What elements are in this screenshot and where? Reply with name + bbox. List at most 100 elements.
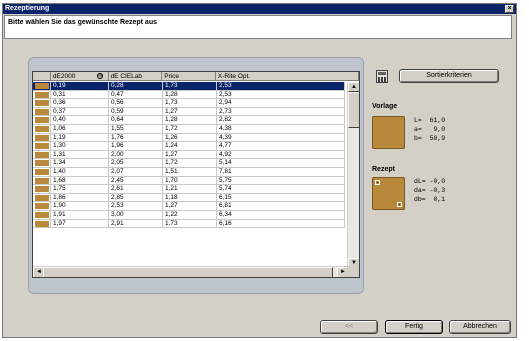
sort-order-icon: ⊖ (97, 73, 104, 80)
xrite-cell: 6,16 (217, 219, 345, 228)
cancel-button[interactable]: Abbrechen (449, 320, 511, 334)
color-swatch (35, 134, 49, 141)
decielab-cell: 0,59 (109, 107, 163, 116)
xrite-cell: 4,92 (217, 150, 345, 159)
column-header-decielab[interactable]: dE CIELab (109, 72, 163, 81)
decielab-cell: 1,96 (109, 142, 163, 151)
color-swatch (35, 211, 49, 218)
color-swatch (35, 194, 49, 201)
rezept-color-patch (372, 177, 405, 210)
de2000-cell: 1,91 (51, 210, 109, 219)
close-icon[interactable]: × (505, 5, 514, 13)
price-cell: 1,28 (163, 116, 217, 125)
decielab-cell: 0,47 (109, 90, 163, 99)
calculator-icon[interactable] (376, 70, 388, 83)
price-cell: 1,26 (163, 133, 217, 142)
table-body: 0,19 0,28 1,73 2,53 0,31 0,47 1,28 2,53 0,36 0,56… (33, 82, 345, 229)
color-swatch-cell (33, 133, 51, 142)
decielab-cell: 2,45 (109, 176, 163, 185)
horizontal-scrollbar[interactable]: ◄ ► (33, 266, 349, 277)
color-swatch-cell (33, 150, 51, 159)
recipe-table[interactable]: dE2000 ⊖ dE CIELab Price X-Rite Opt. 0,1… (32, 71, 360, 278)
sort-criteria-button[interactable]: Sortierkriterien (399, 69, 499, 83)
table-row[interactable]: 0,19 0,28 1,73 2,53 (33, 82, 345, 91)
rezept-label: Rezept (372, 166, 395, 173)
table-row[interactable]: 1,30 1,96 1,24 4,77 (33, 142, 345, 151)
scroll-thumb[interactable] (348, 92, 359, 128)
color-swatch (35, 91, 49, 98)
scroll-up-button[interactable]: ▲ (348, 82, 359, 92)
back-button[interactable]: << (320, 320, 378, 334)
price-cell: 1,73 (163, 219, 217, 228)
color-swatch-cell (33, 210, 51, 219)
window-title: Rezeptierung (5, 5, 50, 12)
color-swatch (35, 100, 49, 107)
color-swatch-cell (33, 185, 51, 194)
table-header: dE2000 ⊖ dE CIELab Price X-Rite Opt. (33, 72, 359, 81)
vertical-scrollbar[interactable]: ▲ ▼ (347, 82, 359, 268)
price-cell: 1,27 (163, 150, 217, 159)
decielab-cell: 2,85 (109, 193, 163, 202)
price-cell: 1,18 (163, 193, 217, 202)
table-row[interactable]: 1,91 3,00 1,22 6,34 (33, 210, 345, 220)
table-row[interactable]: 1,34 2,05 1,72 5,14 (33, 159, 345, 168)
price-cell: 1,24 (163, 142, 217, 151)
xrite-cell: 2,53 (217, 82, 345, 90)
vorlage-label: Vorlage (372, 103, 398, 110)
color-swatch-cell (33, 159, 51, 168)
rezept-dl-value: dL= -0,0 (414, 178, 446, 185)
color-swatch-cell (33, 82, 51, 90)
table-row[interactable]: 1,86 2,85 1,18 6,15 (33, 193, 345, 203)
table-row[interactable]: 0,31 0,47 1,28 2,53 (33, 90, 345, 100)
de2000-cell: 1,68 (51, 176, 109, 185)
column-header-de2000[interactable]: dE2000 ⊖ (51, 72, 109, 81)
price-cell: 1,73 (163, 82, 217, 90)
color-swatch (35, 83, 49, 89)
de2000-cell: 1,19 (51, 133, 109, 142)
table-row[interactable]: 1,40 2,07 1,51 7,81 (33, 167, 345, 177)
column-header-swatch[interactable] (33, 72, 51, 81)
price-cell: 1,72 (163, 159, 217, 168)
table-row[interactable]: 1,31 2,00 1,27 4,92 (33, 150, 345, 160)
table-row[interactable]: 1,75 2,61 1,21 5,74 (33, 185, 345, 194)
color-swatch (35, 117, 49, 124)
de2000-cell: 0,36 (51, 99, 109, 108)
table-row[interactable]: 0,37 0,59 1,27 2,73 (33, 107, 345, 117)
horizontal-scroll-thumb[interactable] (43, 267, 333, 277)
color-swatch (35, 203, 49, 210)
xrite-cell: 2,53 (217, 90, 345, 99)
de2000-cell: 1,31 (51, 150, 109, 159)
price-cell: 1,21 (163, 185, 217, 194)
xrite-cell: 6,15 (217, 193, 345, 202)
column-header-label: dE2000 (52, 73, 76, 80)
column-header-xrite[interactable]: X-Rite Opt. (216, 72, 359, 81)
vorlage-lab-values: L= 61,0 a= 9,0 b= 50,9 (414, 116, 445, 143)
price-cell: 1,51 (163, 167, 217, 176)
xrite-cell: 2,82 (217, 116, 345, 125)
color-swatch-cell (33, 202, 51, 211)
de2000-cell: 1,40 (51, 167, 109, 176)
column-header-price[interactable]: Price (162, 72, 216, 81)
table-row[interactable]: 1,97 2,91 1,73 6,16 (33, 219, 345, 229)
de2000-cell: 0,37 (51, 107, 109, 116)
price-cell: 1,28 (163, 90, 217, 99)
table-row[interactable]: 0,36 0,56 1,73 2,94 (33, 99, 345, 108)
price-cell: 1,27 (163, 107, 217, 116)
table-row[interactable]: 0,40 0,64 1,28 2,82 (33, 116, 345, 125)
color-swatch-cell (33, 90, 51, 99)
decielab-cell: 2,91 (109, 219, 163, 228)
color-swatch-cell (33, 219, 51, 228)
price-cell: 1,73 (163, 99, 217, 108)
xrite-cell: 5,75 (217, 176, 345, 185)
table-row[interactable]: 1,68 2,45 1,70 5,75 (33, 176, 345, 186)
column-header-label: dE CIELab (110, 73, 142, 80)
color-swatch-cell (33, 176, 51, 185)
de2000-cell: 1,90 (51, 202, 109, 211)
de2000-cell: 1,75 (51, 185, 109, 194)
color-swatch-cell (33, 116, 51, 125)
table-row[interactable]: 1,06 1,55 1,72 4,38 (33, 124, 345, 134)
table-row[interactable]: 1,90 2,53 1,27 6,81 (33, 202, 345, 211)
rezept-delta-values: dL= -0,0 da= -0,3 db= 0,1 (414, 177, 445, 204)
table-row[interactable]: 1,19 1,76 1,26 4,39 (33, 133, 345, 143)
finish-button[interactable]: Fertig (385, 320, 443, 334)
